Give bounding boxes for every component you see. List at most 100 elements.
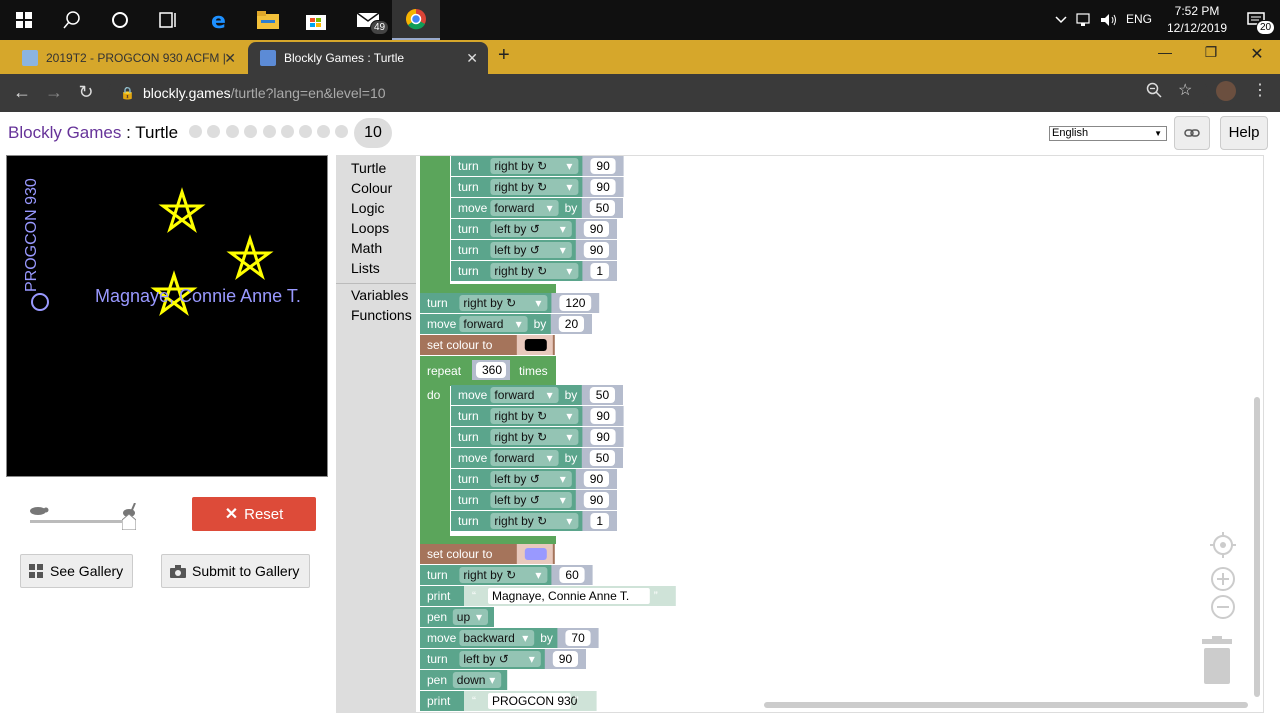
dropdown-value: left by ↺	[494, 472, 539, 486]
toolbox-logic[interactable]: Logic	[351, 200, 384, 216]
microsoft-store-icon[interactable]	[292, 0, 340, 40]
level-dot[interactable]	[263, 125, 276, 138]
submit-to-gallery-button[interactable]: Submit to Gallery	[161, 554, 310, 588]
notifications-icon[interactable]: 20	[1236, 0, 1276, 40]
slider-track[interactable]	[30, 520, 134, 523]
number-value: 90	[559, 652, 573, 666]
cortana-icon[interactable]	[96, 0, 144, 40]
repeat-label: repeat	[427, 364, 462, 378]
see-gallery-button[interactable]: See Gallery	[20, 554, 133, 588]
number-value: 90	[596, 159, 610, 173]
slider-thumb[interactable]	[122, 514, 136, 530]
zoom-icon[interactable]	[1146, 82, 1162, 103]
horizontal-scrollbar[interactable]	[764, 702, 1248, 708]
toolbox-lists[interactable]: Lists	[351, 260, 380, 276]
block-label: by	[565, 388, 578, 402]
toolbox-variables[interactable]: Variables	[351, 287, 408, 303]
number-value: 90	[596, 430, 610, 444]
dropdown-value: forward	[494, 201, 534, 215]
speed-slider[interactable]	[28, 503, 138, 530]
dropdown-arrow-icon: ▾	[547, 388, 553, 402]
dropdown-arrow-icon: ▾	[566, 264, 572, 278]
new-tab-plus-icon[interactable]: +	[498, 44, 510, 67]
dropdown-value: right by ↻	[494, 159, 547, 173]
block-label: turn	[458, 180, 479, 194]
toolbox-functions[interactable]: Functions	[351, 307, 412, 323]
search-icon[interactable]	[48, 0, 96, 40]
block-label: by	[565, 201, 578, 215]
dropdown-value: left by ↺	[494, 493, 539, 507]
address-bar[interactable]: 🔒 blockly.games/turtle?lang=en&level=10	[108, 78, 1208, 108]
blockly-games-link[interactable]: Blockly Games	[8, 123, 121, 142]
dropdown-arrow-icon: ▾	[566, 514, 572, 528]
level-dot[interactable]	[299, 125, 312, 138]
help-button[interactable]: Help	[1220, 116, 1268, 150]
see-gallery-label: See Gallery	[50, 563, 124, 579]
link-button[interactable]	[1174, 116, 1210, 150]
menu-dots-icon[interactable]: ⋮	[1252, 80, 1268, 100]
string-value: PROGCON 930	[492, 694, 578, 708]
recenter-icon[interactable]	[1210, 532, 1236, 564]
level-dot[interactable]	[335, 125, 348, 138]
reset-button[interactable]: ✕ Reset	[192, 497, 316, 531]
dropdown-arrow-icon: ▾	[489, 673, 495, 687]
dropdown-value: left by ↺	[463, 652, 508, 666]
clock[interactable]: 7:52 PM 12/12/2019	[1160, 3, 1234, 37]
dropdown-arrow-icon: ▾	[535, 568, 541, 582]
network-icon[interactable]	[1074, 0, 1096, 40]
minimize-icon[interactable]: —	[1142, 44, 1188, 60]
tab-progcon[interactable]: 2019T2 - PROGCON 930 ACFM | ✕	[10, 42, 246, 74]
times-label: times	[519, 364, 548, 378]
close-tab-icon[interactable]: ✕	[466, 50, 478, 67]
close-tab-icon[interactable]: ✕	[224, 50, 236, 67]
level-dot[interactable]	[207, 125, 220, 138]
dropdown-arrow-icon: ▾	[529, 652, 535, 666]
zoom-out-icon[interactable]	[1210, 594, 1236, 626]
block-label: move	[458, 451, 488, 465]
current-level-badge[interactable]: 10	[354, 118, 392, 148]
colour-swatch[interactable]	[524, 548, 547, 560]
page-header: Blockly Games : Turtle 10 English ▼ Help	[0, 112, 1280, 154]
open-quote: “	[472, 589, 476, 603]
blockly-workspace[interactable]: turn right by ↻ ▾ 90 turn right by ↻ ▾ 90 move fo…	[416, 155, 1264, 713]
string-value: Magnaye, Connie Anne T.	[492, 589, 629, 603]
tab-label: 2019T2 - PROGCON 930 ACFM |	[46, 51, 226, 65]
blockly-favicon-icon	[260, 50, 276, 66]
colour-swatch[interactable]	[524, 339, 547, 351]
chrome-icon[interactable]	[392, 0, 440, 40]
vertical-scrollbar[interactable]	[1254, 397, 1260, 697]
toolbox-turtle[interactable]: Turtle	[351, 160, 386, 176]
close-window-icon[interactable]: ✕	[1234, 44, 1280, 64]
block-canvas[interactable]: turn right by ↻ ▾ 90turn right by ↻ ▾ 90move fo…	[416, 156, 1264, 713]
level-dot[interactable]	[189, 125, 202, 138]
toolbox-colour[interactable]: Colour	[351, 180, 392, 196]
trash-can-icon[interactable]	[1200, 636, 1234, 692]
dropdown-value: right by ↻	[494, 409, 547, 423]
edge-browser-icon[interactable]: e	[196, 0, 244, 40]
forward-arrow-icon[interactable]: →	[42, 82, 66, 103]
windows-start-icon[interactable]	[0, 0, 48, 40]
toolbox-loops[interactable]: Loops	[351, 220, 389, 236]
restore-icon[interactable]: ❐	[1188, 44, 1234, 61]
chevron-up-icon[interactable]	[1050, 0, 1072, 40]
back-arrow-icon[interactable]: ←	[10, 82, 34, 103]
level-dot[interactable]	[226, 125, 239, 138]
mail-icon[interactable]: 49	[344, 0, 392, 40]
toolbox-math[interactable]: Math	[351, 240, 382, 256]
file-explorer-icon[interactable]	[244, 0, 292, 40]
level-dot[interactable]	[244, 125, 257, 138]
close-x-icon: ✕	[224, 506, 239, 523]
level-dot[interactable]	[317, 125, 330, 138]
volume-icon[interactable]	[1098, 0, 1120, 40]
level-dot[interactable]	[281, 125, 294, 138]
input-language[interactable]: ENG	[1126, 12, 1152, 26]
profile-avatar[interactable]	[1216, 81, 1236, 101]
task-view-icon[interactable]	[144, 0, 192, 40]
tab-blockly-turtle[interactable]: Blockly Games : Turtle ✕	[248, 42, 488, 74]
reload-icon[interactable]: ↻	[74, 82, 98, 103]
block-label: turn	[458, 409, 479, 423]
clock-time: 7:52 PM	[1174, 4, 1220, 18]
block-label: turn	[458, 514, 479, 528]
bookmark-star-icon[interactable]: ☆	[1178, 80, 1192, 100]
language-select[interactable]: English ▼	[1049, 126, 1167, 141]
